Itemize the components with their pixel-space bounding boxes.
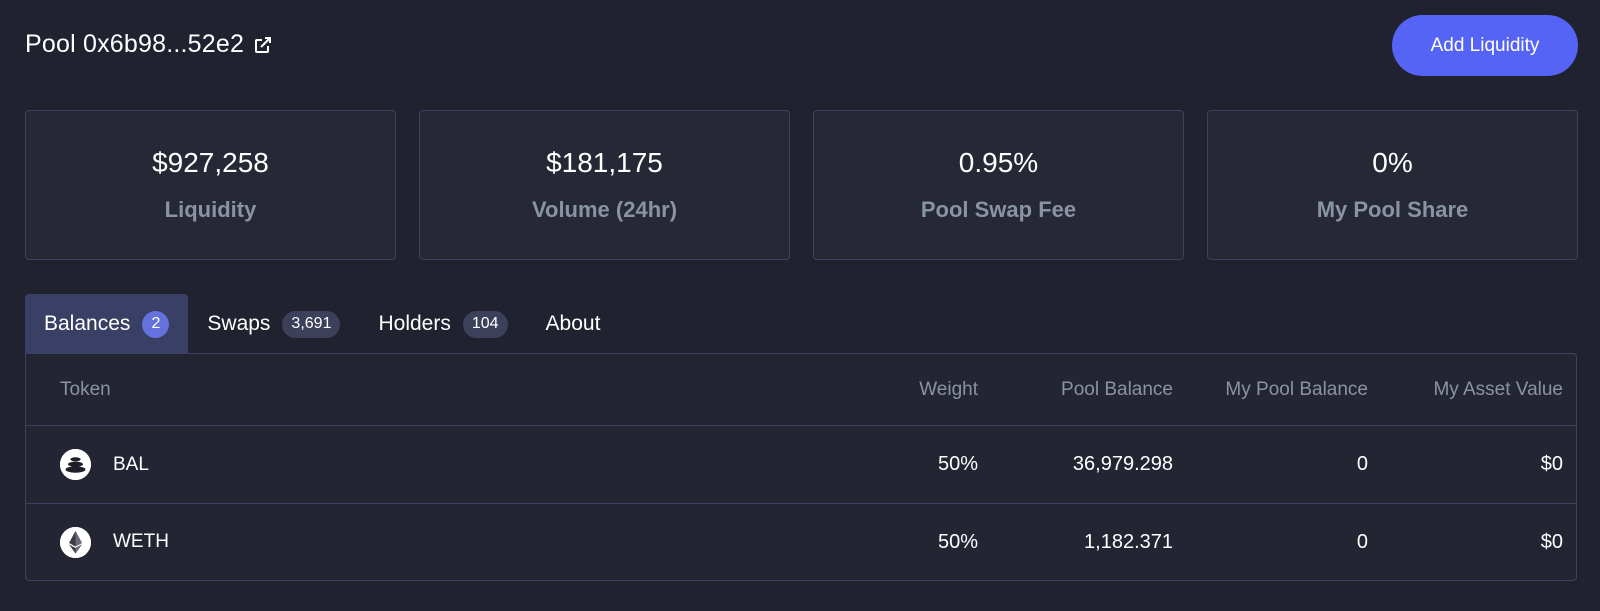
tab-swaps[interactable]: Swaps 3,691 [188, 294, 359, 354]
table-row: WETH 50% 1,182.371 0 $0 [26, 503, 1576, 580]
stat-value: 0% [1372, 147, 1413, 178]
token-cell: BAL [26, 449, 822, 480]
column-header-my-pool-balance: My Pool Balance [1225, 378, 1368, 400]
pool-header: Pool 0x6b98...52e2 [25, 30, 273, 59]
stat-label: Pool Swap Fee [920, 197, 1077, 222]
my-asset-value-cell: $0 [1540, 453, 1563, 475]
table-row: BAL 50% 36,979.298 0 $0 [26, 426, 1576, 503]
stat-card-liquidity: $927,258 Liquidity [25, 110, 396, 260]
pool-balance-cell: 1,182.371 [1084, 530, 1173, 553]
stat-value: $927,258 [152, 147, 269, 178]
weight-cell: 50% [937, 453, 978, 475]
stat-label: My Pool Share [1316, 197, 1469, 222]
weight-cell: 50% [937, 530, 978, 553]
column-header-weight: Weight [919, 378, 978, 400]
stat-label: Liquidity [164, 197, 257, 222]
stat-card-pool-share: 0% My Pool Share [1207, 110, 1578, 260]
column-header-pool-balance: Pool Balance [1061, 378, 1173, 400]
external-link-icon[interactable] [253, 35, 273, 55]
tab-balances[interactable]: Balances 2 [25, 294, 189, 354]
stats-cards: $927,258 Liquidity $181,175 Volume (24hr… [25, 110, 1578, 260]
tab-label: Holders [378, 312, 451, 335]
my-asset-value-cell: $0 [1540, 530, 1563, 553]
tab-label: Swaps [207, 312, 271, 335]
bal-token-icon [60, 449, 91, 480]
eth-token-icon [60, 526, 91, 558]
tab-about[interactable]: About [527, 294, 620, 354]
tab-count-badge: 2 [142, 310, 170, 338]
pool-balance-cell: 36,979.298 [1072, 453, 1173, 475]
column-header-token: Token [60, 378, 111, 400]
add-liquidity-button[interactable]: Add Liquidity [1392, 15, 1578, 76]
my-pool-balance-cell: 0 [1356, 530, 1368, 553]
tab-count-badge: 104 [462, 310, 508, 338]
tab-count-badge: 3,691 [282, 310, 341, 338]
balances-table: Token Weight Pool Balance My Pool Balanc… [25, 353, 1577, 581]
stat-card-swap-fee: 0.95% Pool Swap Fee [813, 110, 1184, 260]
table-header: Token Weight Pool Balance My Pool Balanc… [26, 354, 1576, 426]
pool-page: Pool 0x6b98...52e2 Add Liquidity $927,25… [0, 0, 1600, 611]
pool-tabs: Balances 2 Swaps 3,691 Holders 104 About [25, 294, 619, 354]
tab-label: About [545, 312, 601, 335]
tab-holders[interactable]: Holders 104 [359, 294, 526, 354]
token-symbol: WETH [113, 531, 169, 552]
token-cell: WETH [26, 526, 822, 558]
stat-value: $181,175 [546, 147, 663, 178]
pool-title: Pool 0x6b98...52e2 [25, 30, 245, 58]
column-header-my-asset-value: My Asset Value [1433, 378, 1563, 400]
stat-card-volume: $181,175 Volume (24hr) [419, 110, 790, 260]
stat-value: 0.95% [958, 147, 1039, 178]
token-symbol: BAL [113, 453, 149, 475]
my-pool-balance-cell: 0 [1356, 453, 1368, 475]
tab-label: Balances [44, 312, 131, 335]
stat-label: Volume (24hr) [531, 197, 678, 222]
